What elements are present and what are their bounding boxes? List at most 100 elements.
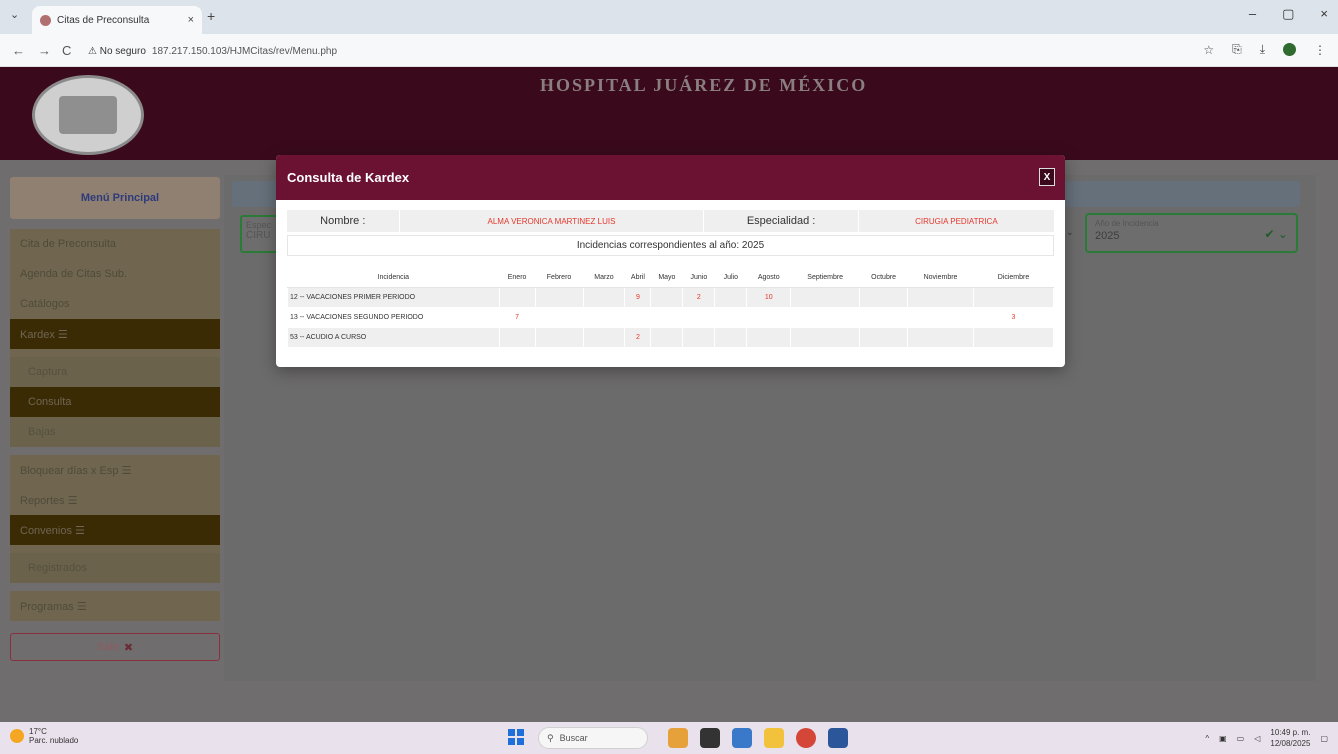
sidebar-item-bloquear[interactable]: Bloquear días x Esp ☰ [10,455,220,485]
hospital-logo [32,75,144,155]
kardex-modal: Consulta de Kardex X Nombre : ALMA VERON… [276,155,1065,367]
column-header: Diciembre [973,268,1054,288]
sidebar-item-cita[interactable]: Cita de Preconsulta [10,229,220,259]
logout-label: Salir [96,641,119,653]
table-cell [746,306,792,328]
tray-app-icon[interactable]: ▣ [1219,734,1227,743]
table-row: 53 -- ACUDIO A CURSO 2 [287,326,1054,348]
year-select[interactable]: Año de Incidencia 2025 ✔ ⌄ [1085,213,1298,253]
browser-nav-bar: ← → C ⚠ No seguro 187.217.150.103/HJMCit… [0,34,1338,67]
sidebar-subitem-bajas[interactable]: Bajas [10,417,220,447]
volume-icon[interactable]: ◁ [1254,734,1260,743]
table-cell: 12 -- VACACIONES PRIMER PERIODO [287,286,500,308]
table-cell [498,326,536,348]
table-cell: 3 [973,306,1054,328]
browser-tab-bar: ⌄ Citas de Preconsulta × + – ▢ × [0,0,1338,34]
widgets-app-icon[interactable] [668,728,688,748]
table-cell [650,326,684,348]
column-header: Febrero [535,268,584,288]
chevron-down-icon[interactable]: ⌄ [1066,227,1074,238]
address-bar[interactable]: ⚠ No seguro 187.217.150.103/HJMCitas/rev… [88,39,1188,63]
weather-sun-icon [10,729,24,743]
modal-title: Consulta de Kardex [287,170,410,185]
sidebar: Menú Principal Cita de Preconsulta Agend… [10,177,220,661]
browser-tab[interactable]: Citas de Preconsulta × [32,6,202,34]
not-secure-label[interactable]: ⚠ No seguro [88,46,146,57]
sidebar-item-catalogos[interactable]: Catálogos [10,289,220,319]
files-app-icon[interactable] [764,728,784,748]
word-app-icon[interactable] [828,728,848,748]
weather-temp: 17°C [29,727,47,736]
close-window-icon[interactable]: × [1320,6,1328,22]
clock-time: 10:49 p. m. [1270,728,1311,737]
chrome-app-icon[interactable] [796,728,816,748]
table-cell [582,306,626,328]
tray-chevron-icon[interactable]: ^ [1205,734,1209,743]
task-view-icon[interactable] [700,728,720,748]
table-cell [790,326,861,348]
table-cell [650,286,684,308]
maximize-icon[interactable]: ▢ [1282,6,1294,22]
tab-search-chevron-icon[interactable]: ⌄ [10,8,19,21]
table-cell [714,286,748,308]
new-tab-button[interactable]: + [207,8,215,24]
menu-principal[interactable]: Menú Principal [10,177,220,219]
nombre-label: Nombre : [320,215,366,227]
page: HOSPITAL JUÁREZ DE MÉXICO Menú Principal… [0,67,1338,722]
site-header: HOSPITAL JUÁREZ DE MÉXICO [0,67,1338,160]
weather-widget[interactable]: 17°C Parc. nublado [10,727,78,745]
sidebar-item-agenda[interactable]: Agenda de Citas Sub. [10,259,220,289]
table-cell [714,326,748,348]
taskbar-search[interactable]: ⚲ Buscar [538,727,648,749]
browser-menu-icon[interactable]: ⋮ [1314,43,1326,57]
table-cell [534,326,584,348]
column-header: Agosto [746,268,791,288]
forward-icon[interactable]: → [38,43,51,58]
profile-avatar[interactable] [1283,43,1296,56]
table-row: 12 -- VACACIONES PRIMER PERIODO 9 2 10 [287,286,1054,308]
sidebar-subitem-registrados[interactable]: Registrados [10,553,220,583]
especialidad-value: CIRU [246,230,271,241]
year-label: Año de Incidencia [1095,219,1159,228]
column-header: Septiembre [790,268,860,288]
network-icon[interactable]: ▭ [1237,734,1245,743]
notification-icon[interactable]: ▢ [1320,734,1328,743]
sidebar-subitem-consulta[interactable]: Consulta [10,387,220,417]
weather-desc: Parc. nublado [29,736,79,745]
especialidad-label: Especialidad : [746,215,816,227]
sidebar-item-reportes[interactable]: Reportes ☰ [10,485,220,515]
nombre-value: ALMA VERONICA MARTINEZ LUIS [487,216,616,226]
logout-button[interactable]: Salir ✖ [10,633,220,661]
modal-close-button[interactable]: X [1039,168,1055,186]
year-value: 2025 [1095,230,1120,242]
table-cell [859,286,909,308]
sidebar-item-convenios[interactable]: Convenios ☰ [10,515,220,545]
table-cell [682,326,716,348]
url-text[interactable]: 187.217.150.103/HJMCitas/rev/Menu.php [152,46,337,57]
column-header: Mayo [650,268,683,288]
tab-close-icon[interactable]: × [188,14,194,26]
especialidad-select[interactable]: Espec CIRU [240,215,280,253]
bookmark-star-icon[interactable]: ☆ [1203,43,1214,57]
reload-icon[interactable]: C [62,43,71,58]
explorer-app-icon[interactable] [732,728,752,748]
extensions-icon[interactable]: ⎘ [1232,42,1242,57]
table-cell [650,306,684,328]
column-header: Enero [499,268,536,288]
sidebar-subitem-captura[interactable]: Captura [10,357,220,387]
clock[interactable]: 10:49 p. m. 12/08/2025 [1270,727,1310,749]
windows-start-icon[interactable] [508,729,524,745]
table-cell [682,306,716,328]
year-caption: Incidencias correspondientes al año: 202… [287,235,1054,256]
back-icon[interactable]: ← [12,43,25,58]
especialidad-value: CIRUGIA PEDIATRICA [915,216,998,226]
sidebar-item-kardex[interactable]: Kardex ☰ [10,319,220,349]
downloads-icon[interactable]: ⤓ [1260,42,1265,57]
table-cell: 2 [682,286,716,308]
sidebar-item-programas[interactable]: Programas ☰ [10,591,220,621]
especialidad-label: Espec [246,220,272,230]
table-cell [498,286,536,308]
table-cell: 7 [498,306,536,328]
minimize-icon[interactable]: – [1249,6,1256,22]
column-header: Marzo [583,268,625,288]
